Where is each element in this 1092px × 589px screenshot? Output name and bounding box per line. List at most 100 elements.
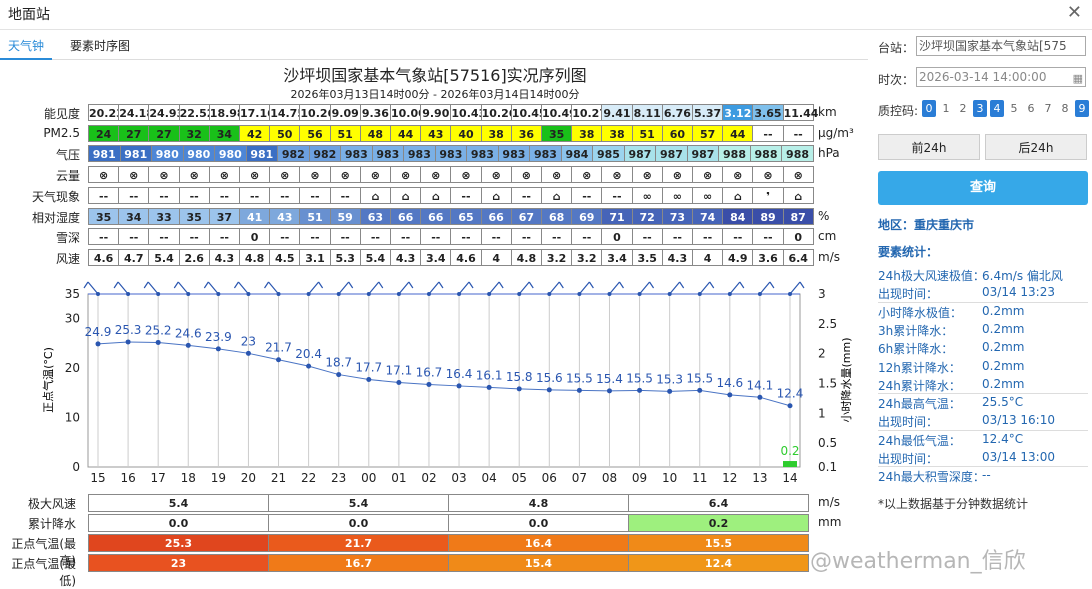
- grid-cell: --: [239, 186, 271, 204]
- y-tick-label-right: 2.5: [818, 317, 837, 331]
- stat-label: 24h最大积雪深度：: [878, 470, 985, 485]
- wind-barb: [177, 281, 189, 295]
- tab-weather-clock[interactable]: 天气钟: [0, 34, 53, 60]
- wind-barb-flag: [649, 281, 655, 289]
- grid-cell: 38: [571, 124, 603, 142]
- wind-barb: [578, 281, 590, 295]
- qc-code-toggle[interactable]: 4: [990, 100, 1004, 117]
- grid-cell: 42: [239, 124, 271, 142]
- row-label: 天气现象: [31, 189, 80, 204]
- stat-label: 出现时间：: [878, 415, 939, 430]
- grid-cell: ❜: [752, 186, 784, 204]
- temperature-point: [95, 341, 101, 347]
- grid-cell: --: [510, 186, 542, 204]
- temperature-point: [787, 403, 793, 409]
- wind-barb: [237, 281, 249, 295]
- grid-cell: 980: [182, 145, 216, 163]
- precip-label: 0.2: [780, 444, 799, 458]
- time-input[interactable]: 2026-03-14 14:00:00 ▦: [916, 67, 1086, 87]
- row-unit: cm: [818, 229, 837, 244]
- wind-barb-flag: [739, 281, 745, 289]
- qc-code-toggle[interactable]: 9: [1075, 100, 1089, 117]
- tab-element-series[interactable]: 要素时序图: [62, 34, 138, 60]
- grid-cell: --: [420, 228, 452, 246]
- query-button[interactable]: 查询: [878, 171, 1088, 205]
- grid-cell: 51: [631, 124, 663, 142]
- grid-cell: 982: [277, 145, 310, 163]
- grid-cell: 988: [718, 145, 751, 163]
- stat-value: --: [982, 468, 991, 483]
- prev-24h-button[interactable]: 前24h: [878, 134, 980, 160]
- grid-cell: --: [178, 228, 210, 246]
- time-label: 时次：: [878, 73, 915, 87]
- grid-cell: 3.4: [601, 248, 633, 266]
- y-tick-label-left: 20: [65, 361, 80, 375]
- grid-cell: 987: [655, 145, 688, 163]
- wind-barb-flag: [769, 281, 775, 289]
- grid-cell: 4: [692, 248, 724, 266]
- grid-cell: 4: [480, 248, 512, 266]
- next-24h-button[interactable]: 后24h: [985, 134, 1087, 160]
- temperature-point: [757, 394, 763, 400]
- row-label: PM2.5: [43, 125, 80, 140]
- calendar-icon[interactable]: ▦: [1073, 70, 1083, 86]
- temperature-label: 18.7: [325, 356, 352, 370]
- grid-cell: 983: [371, 145, 405, 163]
- temperature-point: [516, 386, 522, 392]
- qc-code-toggle[interactable]: 1: [939, 100, 953, 117]
- grid-cell: ⊗: [631, 166, 663, 184]
- grid-cell: 981: [119, 145, 152, 163]
- x-tick-label: 03: [451, 471, 466, 485]
- wind-barb-flag: [378, 281, 384, 289]
- y-tick-label-right: 0.5: [818, 436, 837, 450]
- y-tick-label-right: 0.1: [818, 460, 837, 474]
- grid-cell: 51: [299, 207, 331, 225]
- qc-code-toggle[interactable]: 6: [1024, 100, 1038, 117]
- grid-cell: 987: [686, 145, 720, 163]
- wind-barb: [669, 281, 681, 295]
- grid-cell: 983: [466, 145, 499, 163]
- grid-cell: --: [299, 228, 331, 246]
- wind-barb-flag: [348, 281, 354, 289]
- grid-cell: 37: [208, 207, 240, 225]
- wind-barb: [458, 281, 470, 295]
- close-icon[interactable]: ✕: [1067, 2, 1082, 23]
- grid-cell: 4.5: [269, 248, 301, 266]
- qc-code-toggle[interactable]: 7: [1041, 100, 1055, 117]
- summary-cell: 0.0: [268, 514, 449, 532]
- wind-barb: [308, 281, 320, 295]
- stat-label: 6h累计降水：: [878, 342, 954, 357]
- temperature-point: [185, 342, 191, 348]
- temperature-label: 16.7: [416, 365, 443, 379]
- grid-cell: --: [692, 228, 724, 246]
- station-label: 台站：: [878, 41, 915, 55]
- grid-cell: ∞: [631, 186, 663, 204]
- qc-label: 质控码:: [878, 104, 919, 118]
- grid-cell: --: [450, 228, 482, 246]
- stat-value: 03/13 16:10: [982, 413, 1055, 428]
- station-input[interactable]: 沙坪坝国家基本气象站[575: [916, 36, 1086, 56]
- grid-cell: ⊗: [390, 166, 422, 184]
- qc-code-toggle[interactable]: 0: [922, 100, 936, 117]
- wind-barb: [518, 281, 530, 295]
- grid-cell: --: [178, 186, 210, 204]
- qc-code-toggle[interactable]: 2: [956, 100, 970, 117]
- wind-barb-flag: [799, 281, 805, 289]
- grid-cell: 84: [722, 207, 754, 225]
- grid-cell: 4.8: [510, 248, 542, 266]
- grid-cell: 3.5: [631, 248, 663, 266]
- grid-cell: 66: [480, 207, 512, 225]
- grid-cell: --: [118, 228, 150, 246]
- row-label: 相对湿度: [31, 210, 80, 225]
- temperature-label: 15.8: [506, 370, 533, 384]
- grid-cell: ⌂: [782, 186, 814, 204]
- qc-code-toggle[interactable]: 8: [1058, 100, 1072, 117]
- temperature-label: 21.7: [265, 341, 292, 355]
- qc-code-toggle[interactable]: 5: [1007, 100, 1021, 117]
- time-value: 2026-03-14 14:00:00: [919, 70, 1047, 84]
- stat-value: 0.2mm: [982, 303, 1025, 318]
- x-tick-label: 21: [271, 471, 286, 485]
- grid-cell: --: [329, 228, 361, 246]
- grid-cell: 36: [510, 124, 542, 142]
- qc-code-toggle[interactable]: 3: [973, 100, 987, 117]
